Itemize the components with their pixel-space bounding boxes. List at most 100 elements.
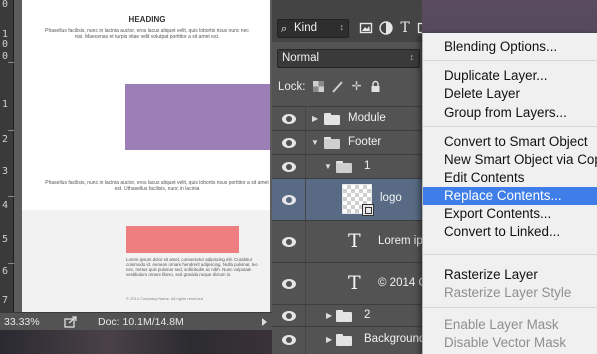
layer-row-group-2[interactable]: ▶ 2 (272, 305, 422, 327)
ruler-label: 7 (2, 295, 9, 306)
menu-item-group-from-layers[interactable]: Group from Layers... (423, 104, 597, 122)
expand-triangle-icon[interactable]: ▶ (326, 311, 332, 320)
image-filter-icon[interactable] (359, 21, 373, 35)
type-layer-icon: T (348, 230, 361, 252)
menu-item-convert-to-linked[interactable]: Convert to Linked... (423, 223, 597, 241)
menu-item-blending-options[interactable]: Blending Options... (423, 38, 597, 56)
layer-name: Lorem ipsum (378, 235, 422, 247)
search-icon: ⌕ (281, 23, 288, 35)
visibility-eye-icon[interactable] (282, 279, 296, 289)
background-photo-strip (0, 330, 272, 354)
folder-icon (336, 334, 352, 346)
lock-position-icon[interactable]: ✛ (350, 80, 363, 93)
folder-icon (336, 310, 352, 322)
menu-item-new-smart-object-via-copy[interactable]: New Smart Object via Copy (423, 151, 597, 169)
layers-list: ▶ Module ▼ Footer ▼ 1 logo T Lorem ip T … (272, 106, 422, 354)
folder-open-icon (324, 137, 340, 149)
visibility-eye-icon[interactable] (282, 311, 296, 321)
menu-separator (423, 60, 597, 61)
visibility-eye-icon[interactable] (282, 335, 296, 345)
layer-row-group-1[interactable]: ▼ 1 (272, 155, 422, 179)
lock-row: Lock: ✛ (272, 76, 422, 98)
visibility-eye-icon[interactable] (282, 195, 296, 205)
document-heading: HEADING (128, 15, 166, 24)
layer-name: 1 (364, 160, 371, 172)
ruler-label: 1 (2, 99, 9, 110)
folder-icon (324, 113, 340, 125)
layer-row-lorem[interactable]: T Lorem ipsum (272, 221, 422, 263)
layer-filter-row: ⌕ Kind ↕ T (272, 0, 422, 42)
folder-open-icon (336, 161, 352, 173)
ruler-label: 0 (2, 39, 9, 50)
footer-copyright: © 2014 Company Name. All rights reserved (126, 296, 203, 301)
collapse-triangle-icon[interactable]: ▼ (324, 162, 332, 171)
vertical-ruler[interactable]: 0 1 0 0 1 2 3 4 5 6 7 (0, 0, 14, 312)
ruler-label: 3 (2, 166, 9, 177)
menu-item-duplicate-layer[interactable]: Duplicate Layer... (423, 67, 597, 85)
layer-name: 2 (364, 309, 371, 321)
ruler-label: 0 (2, 0, 9, 10)
pink-logo-block (126, 226, 239, 253)
menu-item-delete-layer[interactable]: Delete Layer (423, 85, 597, 103)
collapse-triangle-icon[interactable]: ▼ (311, 138, 319, 147)
layers-panel: ⌕ Kind ↕ T Normal ↕ Lock: ✛ ▶ Module ▼ F… (272, 0, 422, 354)
menu-item-rasterize-layer-style: Rasterize Layer Style (444, 285, 572, 300)
purple-image-block (125, 84, 270, 150)
chevron-updown-icon: ↕ (339, 22, 345, 32)
layer-thumbnail (342, 184, 374, 216)
menu-item-enable-layer-mask: Enable Layer Mask (444, 317, 559, 332)
layer-row-footer[interactable]: ▼ Footer (272, 131, 422, 155)
status-bar: 33.33% Doc: 10.1M/14.8M (0, 312, 272, 330)
visibility-eye-icon[interactable] (282, 138, 296, 148)
layer-context-menu: Blending Options... Duplicate Layer... D… (422, 33, 597, 354)
type-layer-icon: T (348, 272, 361, 294)
document-page[interactable]: HEADING Phasellus facilisis, nunc in lac… (22, 0, 270, 312)
layer-row-logo[interactable]: logo (272, 179, 422, 221)
layer-row-copyright[interactable]: T © 2014 Company (272, 263, 422, 305)
layer-name: Module (348, 112, 386, 124)
layer-name: Background (364, 333, 422, 345)
smart-object-badge-icon (362, 204, 374, 216)
expand-triangle-icon[interactable]: ▶ (312, 114, 318, 123)
visibility-eye-icon[interactable] (282, 162, 296, 172)
ruler-label: 6 (2, 266, 9, 277)
chevron-updown-icon: ↕ (409, 52, 415, 62)
status-menu-arrow-icon[interactable] (262, 318, 267, 326)
export-share-icon[interactable] (64, 316, 78, 328)
document-size[interactable]: Doc: 10.1M/14.8M (98, 316, 184, 328)
ruler-label: 4 (2, 200, 9, 211)
visibility-eye-icon[interactable] (282, 114, 296, 124)
layer-row-background[interactable]: ▶ Background (272, 327, 422, 354)
menu-item-convert-to-smart-object[interactable]: Convert to Smart Object (423, 133, 597, 151)
ruler-label: 5 (2, 234, 9, 245)
layer-row-module[interactable]: ▶ Module (272, 107, 422, 131)
menu-item-disable-vector-mask: Disable Vector Mask (444, 335, 567, 350)
lock-transparent-pixels-icon[interactable] (312, 80, 325, 93)
lock-image-pixels-icon[interactable] (331, 80, 344, 93)
menu-item-export-contents[interactable]: Export Contents... (423, 205, 597, 223)
footer-paragraph: Lorem ipsum dolor sit amet, consectetur … (126, 257, 258, 277)
blend-mode-label: Normal (282, 52, 320, 64)
visibility-eye-icon[interactable] (282, 237, 296, 247)
expand-triangle-icon[interactable]: ▶ (326, 335, 332, 344)
menu-item-rasterize-layer[interactable]: Rasterize Layer (423, 266, 597, 284)
menu-item-edit-contents[interactable]: Edit Contents (423, 169, 597, 187)
layer-name: © 2014 Company (378, 277, 422, 289)
menu-separator (423, 126, 597, 127)
ruler-label: 0 (2, 51, 9, 62)
lock-all-icon[interactable] (369, 80, 382, 93)
lock-label: Lock: (278, 81, 306, 93)
layer-name: Footer (348, 136, 382, 148)
menu-item-replace-contents[interactable]: Replace Contents... (423, 187, 597, 205)
menu-separator (423, 254, 597, 255)
blend-mode-select[interactable]: Normal ↕ (277, 49, 420, 68)
adjustment-filter-icon[interactable] (379, 21, 393, 35)
layer-name: logo (380, 192, 402, 204)
document-paragraph: Phasellus facilisis, nunc in lacinia auc… (45, 28, 249, 40)
zoom-level[interactable]: 33.33% (4, 316, 40, 328)
menu-separator (423, 307, 597, 308)
ruler-label: 2 (2, 134, 9, 145)
document-paragraph: Phasellus facilisis, nunc in lacinia auc… (45, 180, 269, 192)
filter-kind-select[interactable]: ⌕ Kind ↕ (277, 19, 349, 38)
type-filter-icon[interactable]: T (398, 21, 412, 35)
